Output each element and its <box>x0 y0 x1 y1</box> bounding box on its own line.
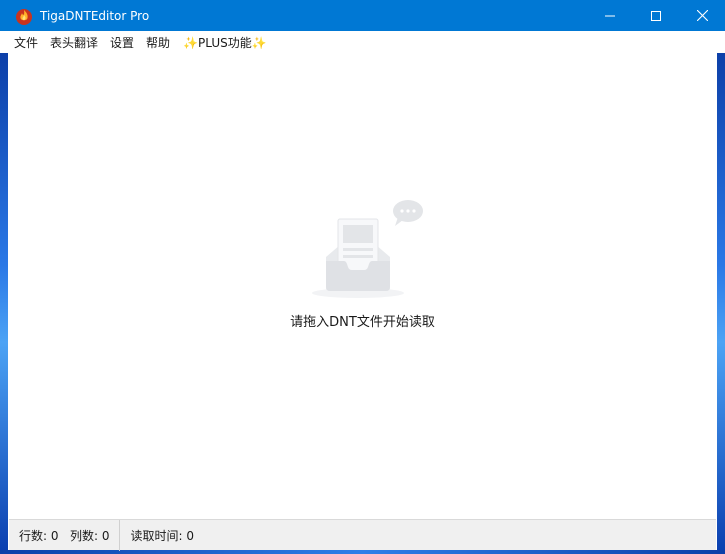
menu-header-translate[interactable]: 表头翻译 <box>50 34 98 51</box>
drop-area[interactable]: 请拖入DNT文件开始读取 <box>9 53 716 519</box>
status-read-time: 读取时间: 0 <box>120 527 204 544</box>
maximize-icon <box>651 10 661 21</box>
desktop-wallpaper-left <box>0 31 8 550</box>
rows-label: 行数: <box>19 528 48 543</box>
cols-value: 0 <box>101 528 110 543</box>
empty-state-message: 请拖入DNT文件开始读取 <box>290 315 435 330</box>
window-title: TigaDNTEditor Pro <box>40 8 150 23</box>
read-time-label: 读取时间: <box>130 528 183 543</box>
cols-label: 列数: <box>69 528 99 543</box>
status-bar: 行数: 0 列数: 0 读取时间: 0 <box>9 519 716 551</box>
menu-bar: 文件 表头翻译 设置 帮助 ✨PLUS功能✨ <box>0 31 725 53</box>
desktop-wallpaper-right <box>717 31 725 550</box>
minimize-button[interactable] <box>587 0 633 31</box>
close-button[interactable] <box>679 0 725 31</box>
desktop-wallpaper-bottom <box>0 550 725 554</box>
menu-plus-features[interactable]: ✨PLUS功能✨ <box>183 34 267 51</box>
rows-value: 0 <box>50 528 59 543</box>
read-time-value: 0 <box>186 528 194 543</box>
close-icon <box>696 10 708 21</box>
menu-settings[interactable]: 设置 <box>110 34 134 51</box>
app-window: TigaDNTEditor Pro 文件 表头翻译 设置 帮助 ✨PLUS功能✨ <box>0 0 725 554</box>
empty-state: 请拖入DNT文件开始读取 <box>9 199 716 330</box>
menu-file[interactable]: 文件 <box>14 34 38 51</box>
flame-logo-icon <box>16 8 32 25</box>
minimize-icon <box>605 15 615 16</box>
status-counts: 行数: 0 列数: 0 <box>9 527 119 544</box>
menu-help[interactable]: 帮助 <box>146 34 170 51</box>
title-bar[interactable]: TigaDNTEditor Pro <box>0 0 725 31</box>
empty-inbox-icon <box>311 200 423 298</box>
maximize-button[interactable] <box>633 0 679 31</box>
